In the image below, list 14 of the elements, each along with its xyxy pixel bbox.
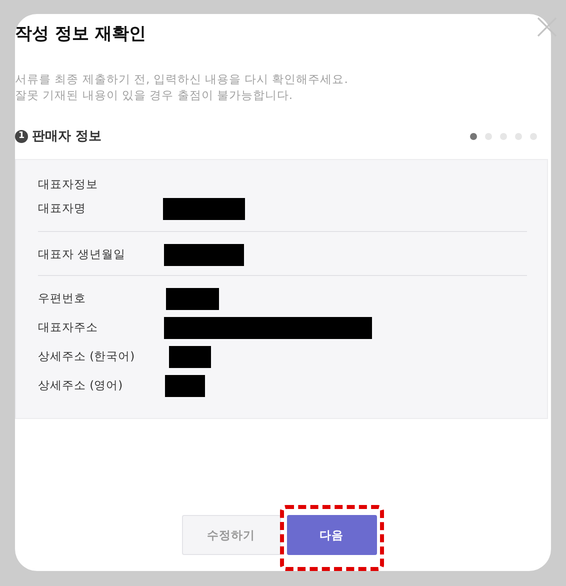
edit-button[interactable]: 수정하기 bbox=[182, 515, 280, 555]
field-label: 상세주소 (영어) bbox=[38, 378, 124, 393]
section-title: 판매자 정보 bbox=[32, 128, 102, 145]
next-button[interactable]: 다음 bbox=[286, 515, 376, 555]
dialog-title: 작성 정보 재확인 bbox=[15, 23, 147, 45]
close-icon[interactable] bbox=[536, 16, 558, 38]
field-label: 대표자명 bbox=[38, 201, 87, 216]
field-label: 우편번호 bbox=[38, 291, 87, 306]
dialog-description: 서류를 최종 제출하기 전, 입력하신 내용을 다시 확인해주세요. 잘못 기재된 내용이 있을 경우 출점이 불가능합니다. bbox=[15, 71, 349, 103]
field-label: 상세주소 (한국어) bbox=[38, 349, 136, 364]
field-label: 대표자 생년월일 bbox=[38, 247, 127, 262]
step-number: 1 bbox=[15, 130, 28, 142]
field-label: 대표자주소 bbox=[38, 320, 99, 335]
group-title: 대표자정보 bbox=[38, 176, 99, 192]
